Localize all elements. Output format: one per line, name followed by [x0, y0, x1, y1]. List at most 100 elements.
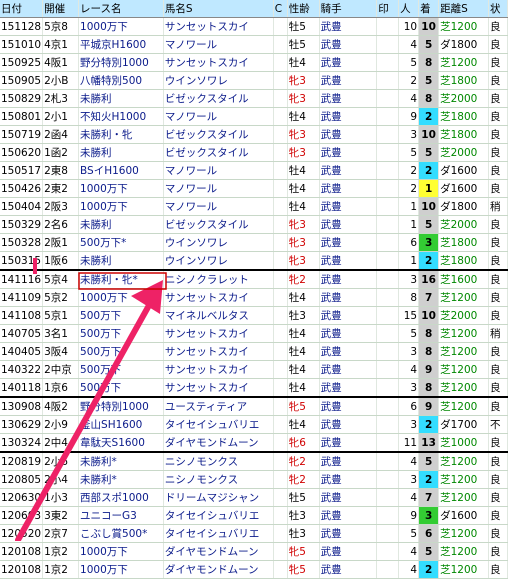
condition-cell: 良 — [488, 488, 508, 507]
horse-name-cell: サンセットスカイ — [163, 17, 274, 36]
table-row[interactable]: 140705 3名1 500万下 サンセットスカイ 牡4 武豊 5 8 芝1200 稍 — [0, 324, 508, 343]
finish-cell: 2 — [418, 251, 440, 271]
table-row[interactable]: 120603 3東2 ユニコーG3 タイセイシュバリエ 牡3 武豊 9 3 ダ1600 良 — [0, 506, 508, 525]
table-row[interactable]: 150315 1阪6 未勝利 ウインソワレ 牝3 武豊 1 2 芝1800 良 — [0, 251, 508, 271]
horse-name-cell: マノワール — [163, 107, 274, 126]
horse-name-cell: ドリームマジシャン — [163, 488, 274, 507]
col-popularity[interactable]: 人 — [398, 0, 420, 18]
finish-cell: 2 — [418, 107, 440, 126]
mark-cell — [376, 506, 400, 525]
date-cell: 120108 — [0, 560, 44, 579]
mark-cell — [376, 470, 400, 489]
finish-cell: 3 — [418, 233, 440, 252]
horse-name-cell: ユースティティア — [163, 396, 274, 416]
condition-cell: 良 — [488, 506, 508, 525]
sex-age-cell: 牝5 — [287, 396, 320, 416]
popularity-cell: 9 — [398, 506, 420, 525]
col-condition[interactable]: 状 — [488, 0, 508, 18]
table-row[interactable]: 141116 5京4 未勝利・牝* ニシノクラレット 牝2 武豊 3 16 芝1600 良 — [0, 269, 508, 289]
condition-cell: 稍 — [488, 324, 508, 343]
table-row[interactable]: 151128 5京8 1000万下 サンセットスカイ 牡5 武豊 10 10 芝1200 良 — [0, 17, 508, 36]
table-row[interactable]: 130324 2中4 韋駄天S1600 ダイヤモンドムーン 牝6 武豊 11 13 芝1000 良 — [0, 433, 508, 453]
table-row[interactable]: 141108 5京1 500万下 マイネルベルタス 牡3 武豊 15 10 芝2000 良 — [0, 306, 508, 325]
horse-name-cell: ニシノモンクス — [163, 451, 274, 471]
sex-age-cell: 牝6 — [287, 433, 320, 453]
finish-cell: 10 — [418, 125, 440, 144]
table-row[interactable]: 140118 1京6 500万下 サンセットスカイ 牡4 武豊 3 8 芝1200 良 — [0, 378, 508, 398]
jockey-cell: 武豊 — [319, 269, 378, 289]
race-name-cell: 未勝利* — [78, 451, 164, 471]
finish-cell: 5 — [418, 71, 440, 90]
jockey-cell: 武豊 — [319, 306, 378, 325]
race-name-cell: 1000万下 — [78, 197, 164, 216]
mark-cell — [376, 488, 400, 507]
col-meeting[interactable]: 開催 — [42, 0, 80, 18]
condition-cell: 良 — [488, 143, 508, 162]
meeting-cell: 3東2 — [42, 506, 80, 525]
col-finish[interactable]: 着 — [418, 0, 440, 18]
table-row[interactable]: 150329 2名6 未勝利 ビゼックスタイル 牝3 武豊 1 5 芝2000 良 — [0, 215, 508, 234]
finish-cell: 8 — [418, 89, 440, 108]
table-row[interactable]: 150925 4阪1 野分特別1000 サンセットスカイ 牡4 武豊 5 8 芝1200 良 — [0, 53, 508, 72]
table-row[interactable]: 120630 1小3 西部スポ1000 ドリームマジシャン 牡5 武豊 4 7 芝1200 良 — [0, 488, 508, 507]
mark-cell — [376, 233, 400, 252]
popularity-cell: 6 — [398, 233, 420, 252]
mark-cell — [376, 197, 400, 216]
table-row[interactable]: 150426 2東2 1000万下 マノワール 牡4 武豊 2 1 ダ1600 良 — [0, 179, 508, 198]
sex-age-cell: 牡4 — [287, 378, 320, 398]
col-jockey[interactable]: 騎手 — [319, 0, 378, 18]
mark-cell — [376, 524, 400, 543]
table-row[interactable]: 150517 2東8 BSイH1600 マノワール 牡4 武豊 2 2 ダ1600 良 — [0, 161, 508, 180]
meeting-cell: 5京2 — [42, 288, 80, 307]
table-row[interactable]: 141109 5京2 1000万下 サンセットスカイ 牡4 武豊 8 7 芝1200 良 — [0, 288, 508, 307]
table-row[interactable]: 120108 1京2 1000万下 ダイヤモンドムーン 牝5 武豊 4 2 芝1200 良 — [0, 560, 508, 579]
table-row[interactable]: 150620 1函2 未勝利 ビゼックスタイル 牝3 武豊 5 5 芝2000 良 — [0, 143, 508, 162]
distance-cell: ダ1700 — [438, 415, 489, 434]
date-cell: 130908 — [0, 396, 44, 416]
table-row[interactable]: 150328 2阪1 500万下* ウインソワレ 牝3 武豊 6 3 芝1800 良 — [0, 233, 508, 252]
mark-cell — [376, 288, 400, 307]
distance-cell: 芝1600 — [438, 269, 489, 289]
finish-cell: 2 — [418, 161, 440, 180]
table-row[interactable]: 150719 2函4 未勝利・牝 ビゼックスタイル 牝3 武豊 3 10 芝1800 良 — [0, 125, 508, 144]
sex-age-cell: 牡4 — [287, 179, 320, 198]
table-row[interactable]: 120819 2小6 未勝利* ニシノモンクス 牝2 武豊 4 5 芝1200 良 — [0, 451, 508, 471]
col-c[interactable]: C — [273, 0, 288, 18]
popularity-cell: 4 — [398, 560, 420, 579]
popularity-cell: 2 — [398, 179, 420, 198]
meeting-cell: 2小1 — [42, 107, 80, 126]
table-row[interactable]: 150829 2札3 未勝利 ビゼックスタイル 牝3 武豊 4 8 芝2000 良 — [0, 89, 508, 108]
table-row[interactable]: 120108 1京2 1000万下 ダイヤモンドムーン 牝5 武豊 4 5 芝1200 良 — [0, 542, 508, 561]
condition-cell: 良 — [488, 378, 508, 398]
meeting-cell: 2中京 — [42, 360, 80, 379]
finish-cell: 9 — [418, 360, 440, 379]
table-row[interactable]: 151010 4京1 平城京H1600 マノワール 牡5 武豊 4 5 ダ1800 良 — [0, 35, 508, 54]
sex-age-cell: 牝3 — [287, 215, 320, 234]
table-row[interactable]: 120520 2京7 こぶし賞500* タイセイシュバリエ 牡3 武豊 5 6 芝1200 良 — [0, 524, 508, 543]
c-cell — [273, 251, 288, 271]
date-cell: 141108 — [0, 306, 44, 325]
table-row[interactable]: 150905 2小B 八幡特別500 ウインソワレ 牝3 武豊 2 5 芝1800 良 — [0, 71, 508, 90]
col-distance[interactable]: 距離S — [438, 0, 489, 18]
col-race-name[interactable]: レース名 — [78, 0, 164, 18]
col-horse-name[interactable]: 馬名S — [163, 0, 274, 18]
finish-cell: 2 — [418, 415, 440, 434]
date-cell: 150829 — [0, 89, 44, 108]
col-date[interactable]: 日付 — [0, 0, 44, 18]
race-name-cell: 未勝利 — [78, 143, 164, 162]
date-cell: 141116 — [0, 269, 44, 289]
race-name-cell: 野分特別1000 — [78, 396, 164, 416]
race-name-cell: 500万下 — [78, 342, 164, 361]
table-row[interactable]: 150404 2阪3 1000万下 マノワール 牡4 武豊 1 10 ダ1800 稍 — [0, 197, 508, 216]
col-sex-age[interactable]: 性齢 — [287, 0, 320, 18]
table-row[interactable]: 140405 3阪4 500万下 サンセットスカイ 牡4 武豊 3 8 芝1200 良 — [0, 342, 508, 361]
date-cell: 150404 — [0, 197, 44, 216]
table-row[interactable]: 150801 2小1 不知火H1000 マノワール 牡4 武豊 9 2 芝1800 良 — [0, 107, 508, 126]
table-row[interactable]: 140322 2中京 500万下 サンセットスカイ 牡4 武豊 4 9 芝1200 良 — [0, 360, 508, 379]
table-row[interactable]: 130629 2小9 釜山SH1600 タイセイシュバリエ 牡4 武豊 3 2 ダ1700 不 — [0, 415, 508, 434]
date-cell: 120630 — [0, 488, 44, 507]
table-row[interactable]: 120805 2小4 未勝利* ニシノモンクス 牝2 武豊 3 2 芝1200 良 — [0, 470, 508, 489]
table-row[interactable]: 130908 4阪2 野分特別1000 ユースティティア 牝5 武豊 6 9 芝1200 良 — [0, 396, 508, 416]
race-name-cell: 1000万下 — [78, 17, 164, 36]
col-mark[interactable]: 印 — [376, 0, 400, 18]
